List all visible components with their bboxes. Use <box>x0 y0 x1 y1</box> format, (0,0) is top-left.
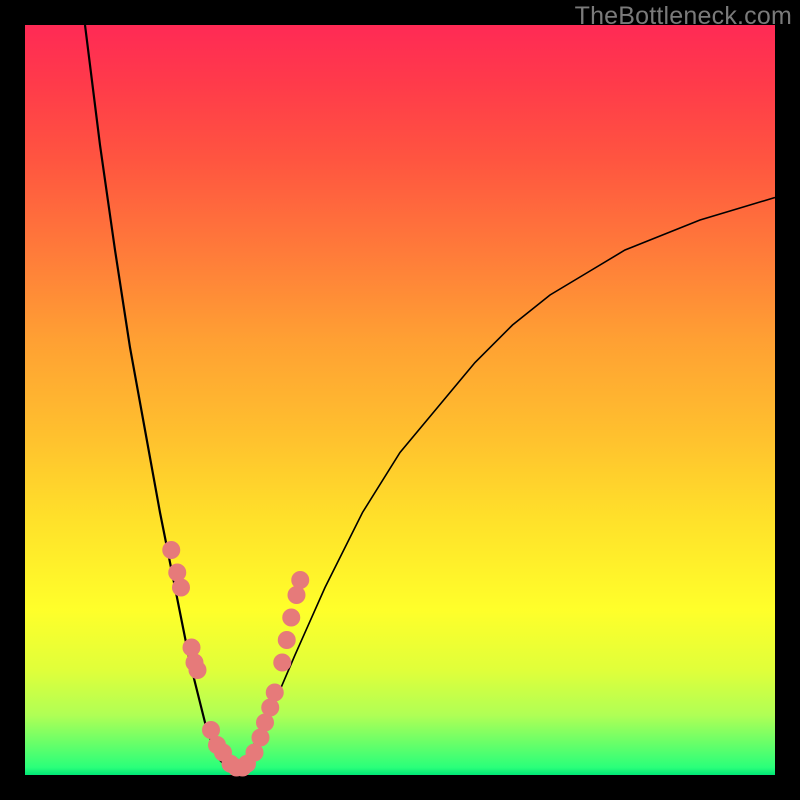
data-dot <box>162 541 180 559</box>
data-dot <box>288 586 306 604</box>
data-dot <box>278 631 296 649</box>
data-dot <box>183 639 201 657</box>
data-dot <box>189 661 207 679</box>
data-dot <box>168 564 186 582</box>
plot-area <box>25 25 775 775</box>
watermark-text: TheBottleneck.com <box>575 2 792 31</box>
data-dot <box>266 684 284 702</box>
data-dot <box>282 609 300 627</box>
curve-layer <box>25 25 775 775</box>
outer-frame: TheBottleneck.com <box>0 0 800 800</box>
left-curve-path <box>85 25 235 775</box>
dot-cluster <box>162 541 309 777</box>
data-dot <box>172 579 190 597</box>
data-dot <box>291 571 309 589</box>
data-dot <box>273 654 291 672</box>
right-curve-path <box>235 198 775 776</box>
